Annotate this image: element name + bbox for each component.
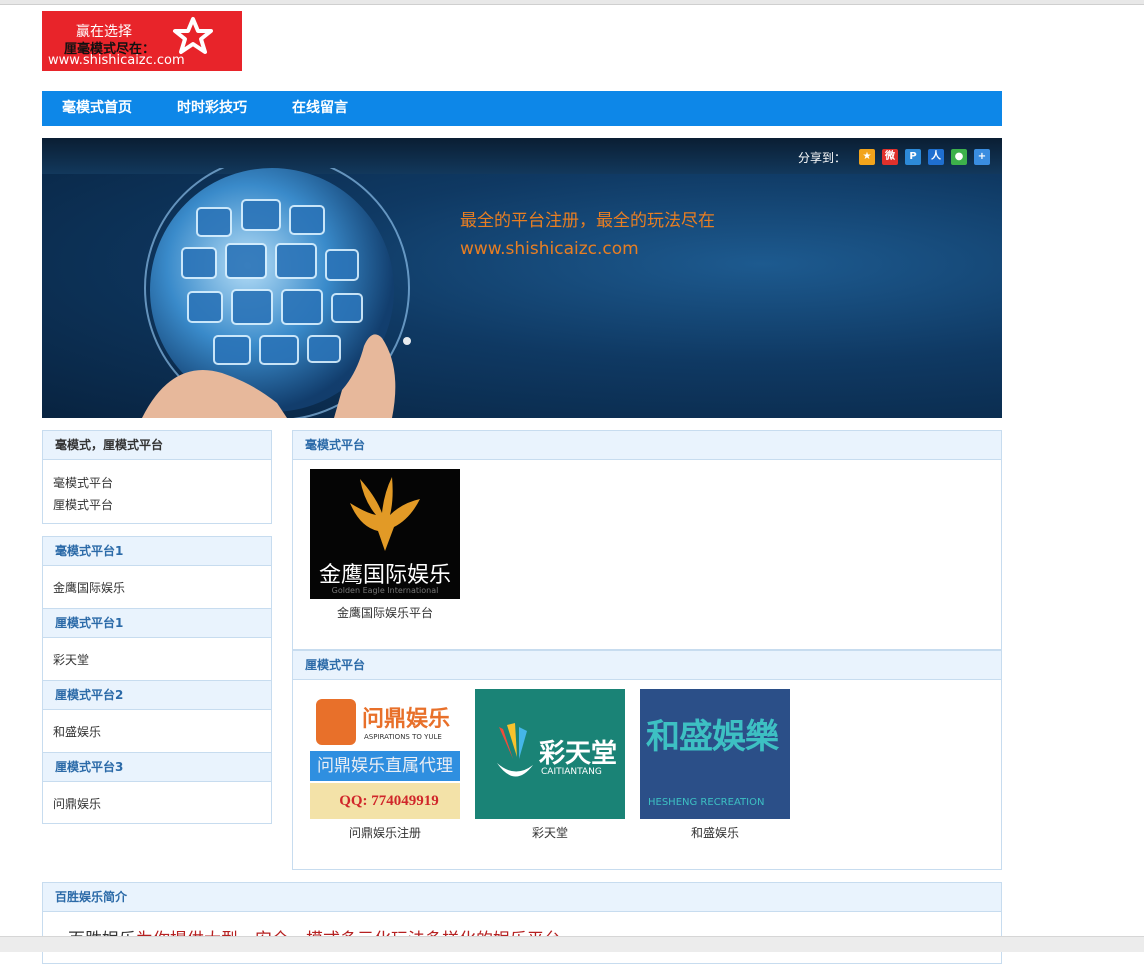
wending-brand: 问鼎娱乐 — [362, 707, 451, 732]
wechat-icon[interactable]: ● — [951, 149, 967, 165]
globe-illustration — [142, 168, 411, 418]
pengyou-icon[interactable]: P — [905, 149, 921, 165]
intro-title: 百胜娱乐简介 — [43, 883, 1001, 912]
wending-emblem-icon — [316, 699, 356, 745]
sidebar-box-modes: 毫模式，厘模式平台 毫模式平台 厘模式平台 — [42, 430, 272, 524]
sidebar-section-title: 厘模式平台3 — [43, 752, 271, 782]
more-share-icon[interactable]: + — [974, 149, 990, 165]
weibo-icon[interactable]: 微 — [882, 149, 898, 165]
browser-top-edge — [0, 0, 1144, 5]
sidebar-link-jinying[interactable]: 金鹰国际娱乐 — [53, 581, 125, 595]
hesheng-brand: 和盛娛樂 — [646, 717, 779, 757]
platform-caption[interactable]: 问鼎娱乐注册 — [310, 824, 460, 841]
sidebar-box-platforms: 毫模式平台1 金鹰国际娱乐 厘模式平台1 彩天堂 厘模式平台2 和盛娱乐 厘模式… — [42, 536, 272, 824]
hao-panel-title: 毫模式平台 — [293, 431, 1001, 460]
logo-url: www.shishicaizc.com — [48, 53, 185, 68]
caitiantang-logo-image[interactable]: 彩天堂 CAITIANTANG — [475, 689, 625, 819]
hesheng-logo-image[interactable]: 和盛娛樂 HESHENG RECREATION — [640, 689, 790, 819]
sidebar-link-caitiantang[interactable]: 彩天堂 — [53, 653, 89, 667]
caitiantang-brand: 彩天堂 — [539, 739, 618, 769]
banner-slogan: 最全的平台注册，最全的玩法尽在 — [460, 211, 715, 231]
hesheng-sub: HESHENG RECREATION — [648, 797, 765, 808]
jinying-image-subtext: Golden Eagle International — [331, 586, 439, 595]
sidebar-section-title: 厘模式平台1 — [43, 608, 271, 638]
sidebar-section-title: 厘模式平台2 — [43, 680, 271, 710]
nav-item-home[interactable]: 毫模式首页 — [62, 91, 132, 126]
share-bar: 分享到： ★ 微 P 人 ● + — [798, 148, 990, 166]
li-platform-panel: 厘模式平台 问鼎娱乐 ASPIRATIONS TO YULE 问鼎娱乐直属代理 … — [292, 650, 1002, 870]
sidebar-section-title: 毫模式平台1 — [43, 537, 271, 566]
platform-caption[interactable]: 彩天堂 — [475, 824, 625, 841]
hero-banner: 分享到： ★ 微 P 人 ● + 最全的平台注册，最全的玩法尽在 www.shi… — [42, 138, 1002, 418]
eagle-icon — [350, 477, 420, 551]
site-logo[interactable]: 赢在选择 厘毫模式尽在： www.shishicaizc.com — [42, 11, 242, 71]
main-nav: 毫模式首页 时时彩技巧 在线留言 — [42, 91, 1002, 126]
platform-card-jinying[interactable]: 金鹰国际娱乐 Golden Eagle International 金鹰国际娱乐… — [310, 469, 460, 621]
sidebar-link-wending[interactable]: 问鼎娱乐 — [53, 797, 101, 811]
browser-status-bar — [0, 936, 1144, 952]
platform-caption[interactable]: 和盛娱乐 — [640, 824, 790, 841]
platform-card-hesheng[interactable]: 和盛娛樂 HESHENG RECREATION 和盛娱乐 — [640, 689, 790, 841]
share-label: 分享到： — [797, 150, 846, 165]
li-panel-title: 厘模式平台 — [293, 651, 1001, 680]
qzone-icon[interactable]: ★ — [859, 149, 875, 165]
nav-item-tips[interactable]: 时时彩技巧 — [177, 91, 247, 126]
wending-logo-image[interactable]: 问鼎娱乐 ASPIRATIONS TO YULE 问鼎娱乐直属代理 QQ: 77… — [310, 689, 460, 819]
jinying-image-text: 金鹰国际娱乐 — [318, 563, 451, 588]
sidebar-link-hesheng[interactable]: 和盛娱乐 — [53, 725, 101, 739]
wending-tagline: ASPIRATIONS TO YULE — [364, 733, 442, 741]
platform-caption[interactable]: 金鹰国际娱乐平台 — [310, 604, 460, 621]
sidebar-box-title: 毫模式，厘模式平台 — [43, 431, 271, 460]
wending-agent: 问鼎娱乐直属代理 — [310, 751, 460, 781]
platform-card-caitiantang[interactable]: 彩天堂 CAITIANTANG 彩天堂 — [475, 689, 625, 841]
renren-icon[interactable]: 人 — [928, 149, 944, 165]
star-icon — [173, 17, 213, 54]
wending-qq: QQ: 774049919 — [310, 783, 460, 819]
caitiantang-sub: CAITIANTANG — [541, 767, 602, 777]
platform-card-wending[interactable]: 问鼎娱乐 ASPIRATIONS TO YULE 问鼎娱乐直属代理 QQ: 77… — [310, 689, 460, 841]
sidebar-link-li[interactable]: 厘模式平台 — [53, 494, 271, 516]
caitiantang-emblem-icon — [497, 723, 533, 777]
jinying-logo-image[interactable]: 金鹰国际娱乐 Golden Eagle International — [310, 469, 460, 599]
nav-item-message[interactable]: 在线留言 — [292, 91, 348, 126]
sidebar-link-hao[interactable]: 毫模式平台 — [53, 472, 271, 494]
banner-url: www.shishicaizc.com — [460, 239, 639, 259]
hao-platform-panel: 毫模式平台 金鹰国际娱乐 Golden Eagle International … — [292, 430, 1002, 650]
